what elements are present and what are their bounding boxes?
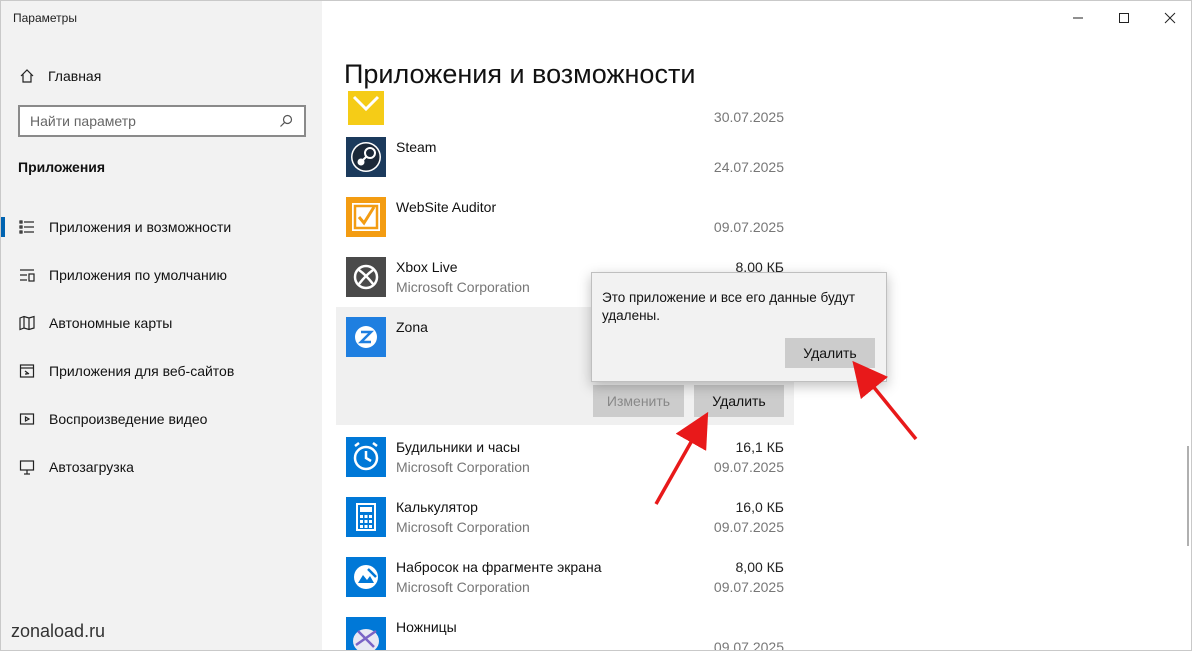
confirm-uninstall-button[interactable]: Удалить bbox=[785, 338, 875, 368]
alarm-clock-icon bbox=[346, 437, 386, 477]
sidebar-item-apps-websites[interactable]: Приложения для веб-сайтов bbox=[1, 351, 322, 391]
app-date: 09.07.2025 bbox=[713, 459, 784, 475]
app-name: Будильники и часы bbox=[396, 439, 521, 455]
calculator-icon bbox=[346, 497, 386, 537]
app-publisher: Microsoft Corporation bbox=[396, 519, 530, 535]
app-date: 30.07.2025 bbox=[713, 109, 784, 125]
sidebar-item-label: Автозагрузка bbox=[49, 459, 134, 475]
app-name: Набросок на фрагменте экрана bbox=[396, 559, 602, 575]
offline-maps-icon bbox=[18, 314, 36, 332]
app-date: 09.07.2025 bbox=[713, 579, 784, 595]
sidebar-item-startup[interactable]: Автозагрузка bbox=[1, 447, 322, 487]
list-item[interactable]: Steam 24.07.2025 bbox=[336, 127, 794, 187]
minimize-icon bbox=[1073, 17, 1083, 19]
modify-button[interactable]: Изменить bbox=[593, 385, 684, 417]
sidebar-item-label: Автономные карты bbox=[49, 315, 173, 331]
app-date: 24.07.2025 bbox=[713, 159, 784, 175]
watermark: zonaload.ru bbox=[11, 621, 106, 641]
search-box[interactable] bbox=[18, 105, 306, 137]
sidebar-item-label: Приложения по умолчанию bbox=[49, 267, 227, 283]
list-item[interactable]: Ножницы 09.07.2025 bbox=[336, 607, 794, 651]
sidebar: Параметры Главная Приложения Приложения … bbox=[1, 1, 322, 650]
list-item[interactable]: Набросок на фрагменте экрана Microsoft C… bbox=[336, 547, 794, 607]
app-name: Ножницы bbox=[396, 619, 457, 635]
search-icon[interactable] bbox=[278, 113, 294, 129]
app-size: 8,00 КБ bbox=[735, 559, 784, 575]
yellow-app-icon bbox=[346, 91, 386, 127]
app-size: 16,1 КБ bbox=[735, 439, 784, 455]
app-size: 16,0 КБ bbox=[735, 499, 784, 515]
sidebar-item-label: Воспроизведение видео bbox=[49, 411, 208, 427]
settings-window: Параметры Главная Приложения Приложения … bbox=[0, 0, 1192, 651]
default-apps-icon bbox=[18, 266, 36, 284]
app-date: 09.07.2025 bbox=[713, 519, 784, 535]
app-name: WebSite Auditor bbox=[396, 199, 497, 215]
close-icon bbox=[1164, 12, 1176, 24]
app-name: Xbox Live bbox=[396, 259, 458, 275]
home-link[interactable]: Главная bbox=[18, 65, 101, 87]
app-name: Калькулятор bbox=[396, 499, 478, 515]
sidebar-item-video-playback[interactable]: Воспроизведение видео bbox=[1, 399, 322, 439]
app-name: Zona bbox=[396, 319, 428, 335]
app-publisher: Microsoft Corporation bbox=[396, 459, 530, 475]
xbox-icon bbox=[346, 257, 386, 297]
list-item[interactable]: Будильники и часы Microsoft Corporation … bbox=[336, 427, 794, 487]
app-date: 09.07.2025 bbox=[713, 219, 784, 235]
sidebar-item-apps-features[interactable]: Приложения и возможности bbox=[1, 207, 322, 247]
zona-icon bbox=[346, 317, 386, 357]
snip-sketch-icon bbox=[346, 557, 386, 597]
close-button[interactable] bbox=[1147, 1, 1191, 35]
maximize-button[interactable] bbox=[1101, 1, 1147, 35]
app-publisher: Microsoft Corporation bbox=[396, 579, 530, 595]
home-icon bbox=[18, 67, 36, 85]
apps-websites-icon bbox=[18, 362, 36, 380]
search-input[interactable] bbox=[30, 113, 278, 129]
section-title: Приложения bbox=[18, 159, 106, 175]
video-playback-icon bbox=[18, 410, 36, 428]
sidebar-item-offline-maps[interactable]: Автономные карты bbox=[1, 303, 322, 343]
uninstall-confirm-flyout: Это приложение и все его данные будут уд… bbox=[591, 272, 887, 382]
sidebar-item-label: Приложения и возможности bbox=[49, 219, 232, 235]
home-label: Главная bbox=[48, 68, 102, 84]
apps-features-icon bbox=[18, 218, 36, 236]
app-publisher: Microsoft Corporation bbox=[396, 279, 530, 295]
list-item[interactable]: Калькулятор Microsoft Corporation 16,0 К… bbox=[336, 487, 794, 547]
flyout-message: Это приложение и все его данные будут уд… bbox=[602, 290, 856, 323]
minimize-button[interactable] bbox=[1055, 1, 1101, 35]
sidebar-item-label: Приложения для веб-сайтов bbox=[49, 363, 235, 379]
app-date: 09.07.2025 bbox=[713, 639, 784, 651]
uninstall-button[interactable]: Удалить bbox=[694, 385, 784, 417]
scrollbar[interactable] bbox=[1187, 446, 1189, 546]
maximize-icon bbox=[1119, 13, 1129, 23]
list-item[interactable]: WebSite Auditor 09.07.2025 bbox=[336, 187, 794, 247]
app-name: Steam bbox=[396, 139, 437, 155]
website-auditor-icon bbox=[346, 197, 386, 237]
window-title: Параметры bbox=[13, 11, 77, 25]
scissors-icon bbox=[346, 617, 386, 650]
sidebar-item-default-apps[interactable]: Приложения по умолчанию bbox=[1, 255, 322, 295]
startup-icon bbox=[18, 458, 36, 476]
steam-icon bbox=[346, 137, 386, 177]
